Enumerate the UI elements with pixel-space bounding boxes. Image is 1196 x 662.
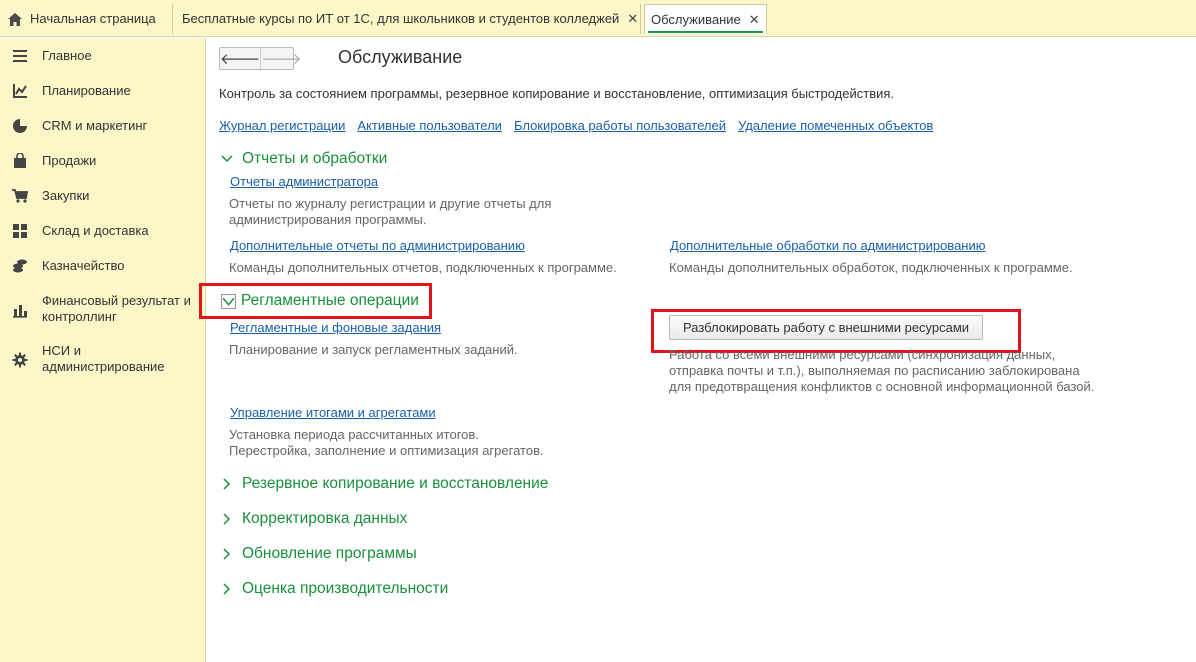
history-navigation: 🡐 🡒 [219, 47, 301, 70]
tab-home[interactable]: Начальная страница [0, 4, 173, 34]
sidebar-item-treasury[interactable]: Казначейство [0, 258, 206, 278]
desc-line: администрирования программы. [229, 212, 427, 227]
sidebar-item-label: НСИ и администрирование [42, 343, 165, 374]
block-users-link[interactable]: Блокировка работы пользователей [514, 118, 726, 133]
section-performance-header[interactable]: Оценка производительности [221, 580, 448, 598]
tab-bar: Начальная страница Бесплатные курсы по И… [0, 0, 1196, 37]
close-icon[interactable]: ✕ [627, 11, 638, 26]
admin-reports-link[interactable]: Отчеты администратора [230, 174, 378, 189]
unlock-desc: Работа со всеми внешними ресурсами (синх… [669, 347, 1094, 395]
sidebar-item-label: Закупки [42, 188, 90, 203]
page-description: Контроль за состоянием программы, резерв… [219, 86, 895, 101]
menu-lines-icon [13, 50, 27, 62]
chevron-down-icon [221, 293, 236, 309]
sidebar-item-label: Финансовый результат и контроллинг [42, 293, 191, 324]
forward-button[interactable]: 🡒 [260, 48, 301, 69]
tab-home-label: Начальная страница [30, 11, 156, 26]
sidebar-item-label: CRM и маркетинг [42, 118, 148, 133]
sidebar-item-label: Планирование [42, 83, 131, 98]
unlock-external-resources-button[interactable]: Разблокировать работу с внешними ресурса… [669, 315, 984, 340]
sidebar-item-warehouse[interactable]: Склад и доставка [0, 223, 206, 243]
section-title: Регламентные операции [241, 292, 419, 309]
section-reports-header[interactable]: Отчеты и обработки [221, 150, 387, 168]
sidebar-item-admin[interactable]: НСИ и администрирование [0, 343, 206, 379]
sidebar-item-label: Продажи [42, 153, 97, 168]
arrow-right-icon: 🡒 [261, 51, 302, 68]
sidebar-item-label: Казначейство [42, 258, 125, 273]
extra-processing-desc: Команды дополнительных обработок, подклю… [669, 260, 1073, 275]
active-tab-underline [648, 31, 763, 33]
sidebar-item-label: Главное [42, 48, 92, 63]
desc-line: Отчеты по журналу регистрации и другие о… [229, 196, 552, 211]
section-title: Отчеты и обработки [242, 150, 388, 167]
sidebar-item-planning[interactable]: Планирование [0, 83, 206, 103]
scheduled-jobs-link[interactable]: Регламентные и фоновые задания [230, 320, 441, 335]
planning-chart-icon [13, 84, 27, 98]
chevron-down-icon [221, 155, 233, 163]
home-icon [8, 13, 22, 27]
cart-icon [12, 189, 28, 203]
scheduled-jobs-desc: Планирование и запуск регламентных задан… [229, 342, 518, 357]
arrow-left-icon: 🡐 [220, 51, 261, 68]
sidebar-item-crm[interactable]: CRM и маркетинг [0, 118, 206, 138]
sidebar-item-purchases[interactable]: Закупки [0, 188, 206, 208]
sidebar-item-finance[interactable]: Финансовый результат и контроллинг [0, 293, 206, 329]
page-title: Обслуживание [338, 47, 463, 67]
warehouse-grid-icon [13, 224, 27, 238]
extra-reports-desc: Команды дополнительных отчетов, подключе… [229, 260, 617, 275]
desc-line: Работа со всеми внешними ресурсами (синх… [669, 347, 1056, 362]
bar-chart-icon [13, 305, 27, 318]
sidebar-item-sales[interactable]: Продажи [0, 153, 206, 173]
event-log-link[interactable]: Журнал регистрации [219, 118, 345, 133]
coins-icon [13, 259, 27, 273]
back-button[interactable]: 🡐 [220, 48, 260, 69]
pie-chart-icon [13, 119, 27, 133]
sidebar: Главное Планирование CRM и маркетинг Про… [0, 38, 206, 662]
desc-line: Установка периода рассчитанных итогов. [229, 427, 479, 442]
sidebar-item-main[interactable]: Главное [0, 48, 206, 68]
active-users-link[interactable]: Активные пользователи [357, 118, 502, 133]
main-content: 🡐 🡒 Обслуживание Контроль за состоянием … [199, 38, 1196, 662]
chevron-right-icon [223, 548, 231, 560]
tab-maintenance[interactable]: Обслуживание ✕ [644, 4, 767, 34]
tab-courses-label: Бесплатные курсы по ИТ от 1С, для школьн… [182, 11, 620, 26]
delete-marked-link[interactable]: Удаление помеченных объектов [738, 118, 933, 133]
desc-line: отправка почты и т.п.), выполняемая по р… [669, 363, 1080, 378]
extra-processing-link[interactable]: Дополнительные обработки по администриро… [670, 238, 986, 253]
chevron-right-icon [223, 513, 231, 525]
section-title: Корректировка данных [242, 510, 408, 527]
chevron-right-icon [223, 478, 231, 490]
sidebar-item-label: Склад и доставка [42, 223, 149, 238]
tab-maintenance-label: Обслуживание [651, 12, 741, 27]
section-title: Оценка производительности [242, 580, 449, 597]
shopping-bag-icon [14, 153, 26, 168]
desc-line: Перестройка, заполнение и оптимизация аг… [229, 443, 544, 458]
totals-aggregates-desc: Установка периода рассчитанных итогов. П… [229, 427, 544, 459]
section-title: Резервное копирование и восстановление [242, 475, 549, 492]
top-links: Журнал регистрации Активные пользователи… [219, 118, 933, 133]
section-update-header[interactable]: Обновление программы [221, 545, 417, 563]
totals-aggregates-link[interactable]: Управление итогами и агрегатами [230, 405, 436, 420]
tab-courses[interactable]: Бесплатные курсы по ИТ от 1С, для школьн… [182, 4, 641, 34]
section-scheduled-header[interactable]: Регламентные операции [221, 292, 419, 310]
section-title: Обновление программы [242, 545, 417, 562]
close-icon[interactable]: ✕ [749, 12, 760, 27]
chevron-right-icon [223, 583, 231, 595]
section-backup-header[interactable]: Резервное копирование и восстановление [221, 475, 548, 493]
admin-reports-desc: Отчеты по журналу регистрации и другие о… [229, 196, 551, 228]
gear-icon [12, 352, 28, 368]
extra-reports-link[interactable]: Дополнительные отчеты по администрирован… [230, 238, 525, 253]
desc-line: для предотвращения конфликтов с основной… [669, 379, 1095, 394]
section-data-correction-header[interactable]: Корректировка данных [221, 510, 407, 528]
